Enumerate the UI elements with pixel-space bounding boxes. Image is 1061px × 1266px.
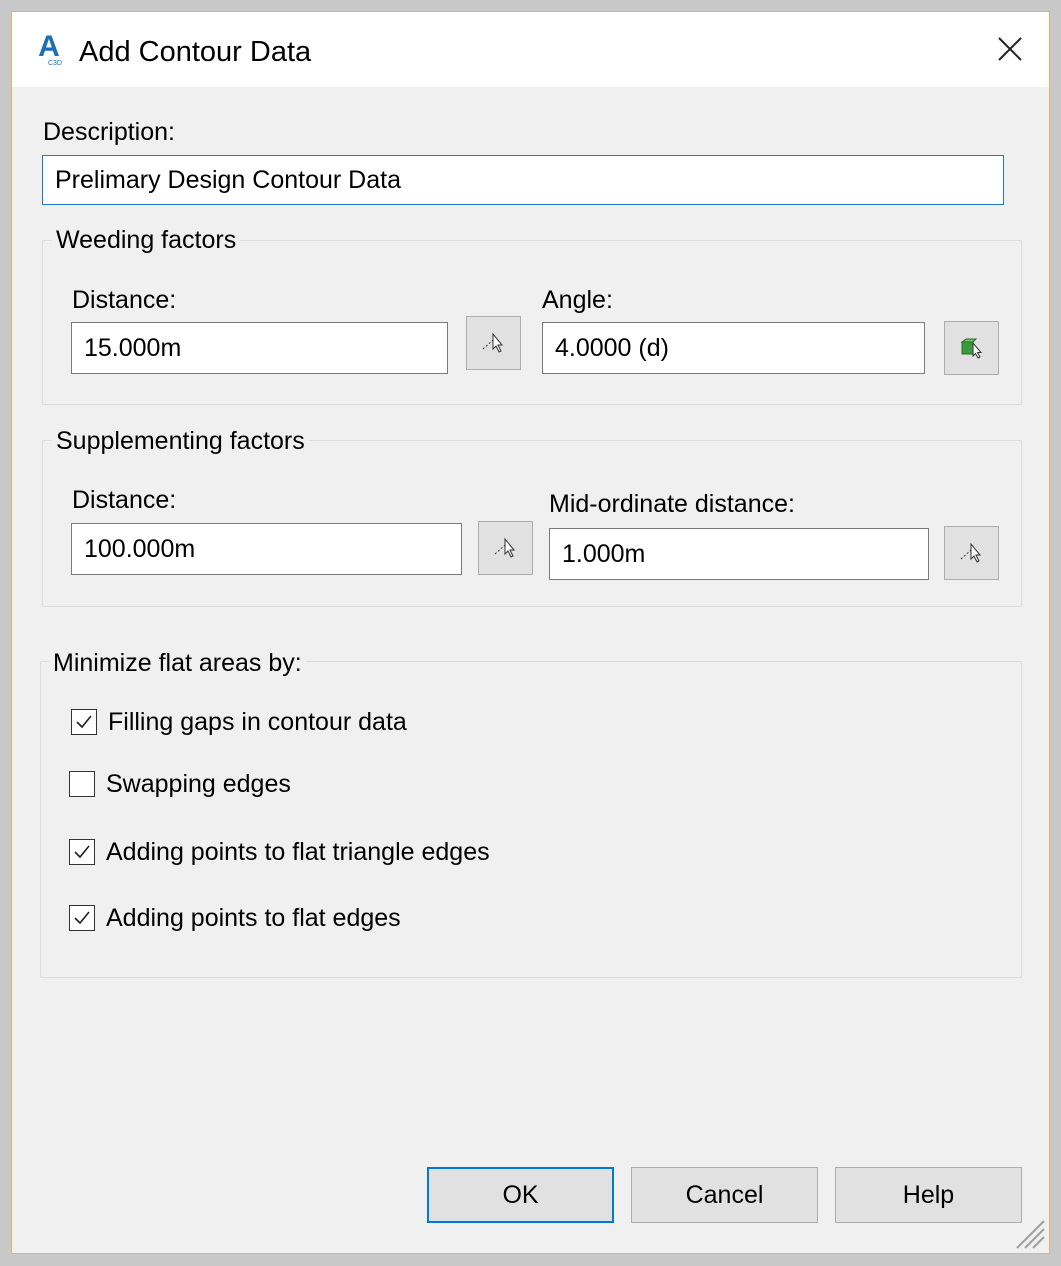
- minimize-flat-areas-legend: Minimize flat areas by:: [49, 648, 306, 678]
- filling-gaps-checkbox[interactable]: [71, 709, 97, 735]
- midordinate-distance-input[interactable]: [549, 528, 929, 580]
- close-icon[interactable]: [993, 32, 1027, 66]
- swapping-edges-checkbox[interactable]: [69, 771, 95, 797]
- cancel-button[interactable]: Cancel: [631, 1167, 818, 1223]
- weeding-distance-label: Distance:: [72, 286, 177, 314]
- checkmark-icon: [76, 715, 92, 729]
- civil3d-app-icon: A C3D: [38, 30, 64, 66]
- swapping-edges-label[interactable]: Swapping edges: [106, 769, 291, 799]
- supplementing-factors-legend: Supplementing factors: [52, 426, 309, 456]
- description-input[interactable]: [42, 155, 1004, 205]
- weeding-angle-label: Angle:: [542, 286, 613, 314]
- supplementing-distance-input[interactable]: [71, 523, 462, 575]
- flat-triangle-edges-checkbox[interactable]: [69, 839, 95, 865]
- title-bar: A C3D Add Contour Data: [12, 12, 1049, 87]
- flat-edges-label[interactable]: Adding points to flat edges: [106, 903, 401, 933]
- flat-edges-checkbox[interactable]: [69, 905, 95, 931]
- pick-supplementing-distance-button[interactable]: [478, 521, 533, 575]
- weeding-distance-input[interactable]: [71, 322, 448, 374]
- flat-triangle-edges-label[interactable]: Adding points to flat triangle edges: [106, 837, 490, 867]
- pick-supplementing-distance-icon: [494, 537, 515, 558]
- pick-angle-icon: [960, 338, 982, 359]
- description-label: Description:: [43, 118, 175, 146]
- weeding-angle-input[interactable]: [542, 322, 925, 374]
- ok-button[interactable]: OK: [427, 1167, 614, 1223]
- pick-distance-icon: [482, 332, 503, 353]
- midordinate-distance-label: Mid-ordinate distance:: [549, 490, 795, 518]
- filling-gaps-label[interactable]: Filling gaps in contour data: [108, 707, 407, 737]
- add-contour-data-dialog: A C3D Add Contour Data Description: Weed…: [11, 11, 1050, 1254]
- checkmark-icon: [74, 845, 90, 859]
- resize-grip-icon[interactable]: [1011, 1215, 1045, 1249]
- pick-angle-button[interactable]: [944, 321, 999, 375]
- help-button[interactable]: Help: [835, 1167, 1022, 1223]
- window-title: Add Contour Data: [79, 36, 312, 68]
- checkmark-icon: [74, 911, 90, 925]
- supplementing-distance-label: Distance:: [72, 486, 177, 514]
- pick-distance-button[interactable]: [466, 316, 521, 370]
- pick-midordinate-icon: [960, 542, 981, 563]
- svg-text:C3D: C3D: [48, 60, 62, 66]
- weeding-factors-legend: Weeding factors: [52, 225, 241, 255]
- pick-midordinate-button[interactable]: [944, 526, 999, 580]
